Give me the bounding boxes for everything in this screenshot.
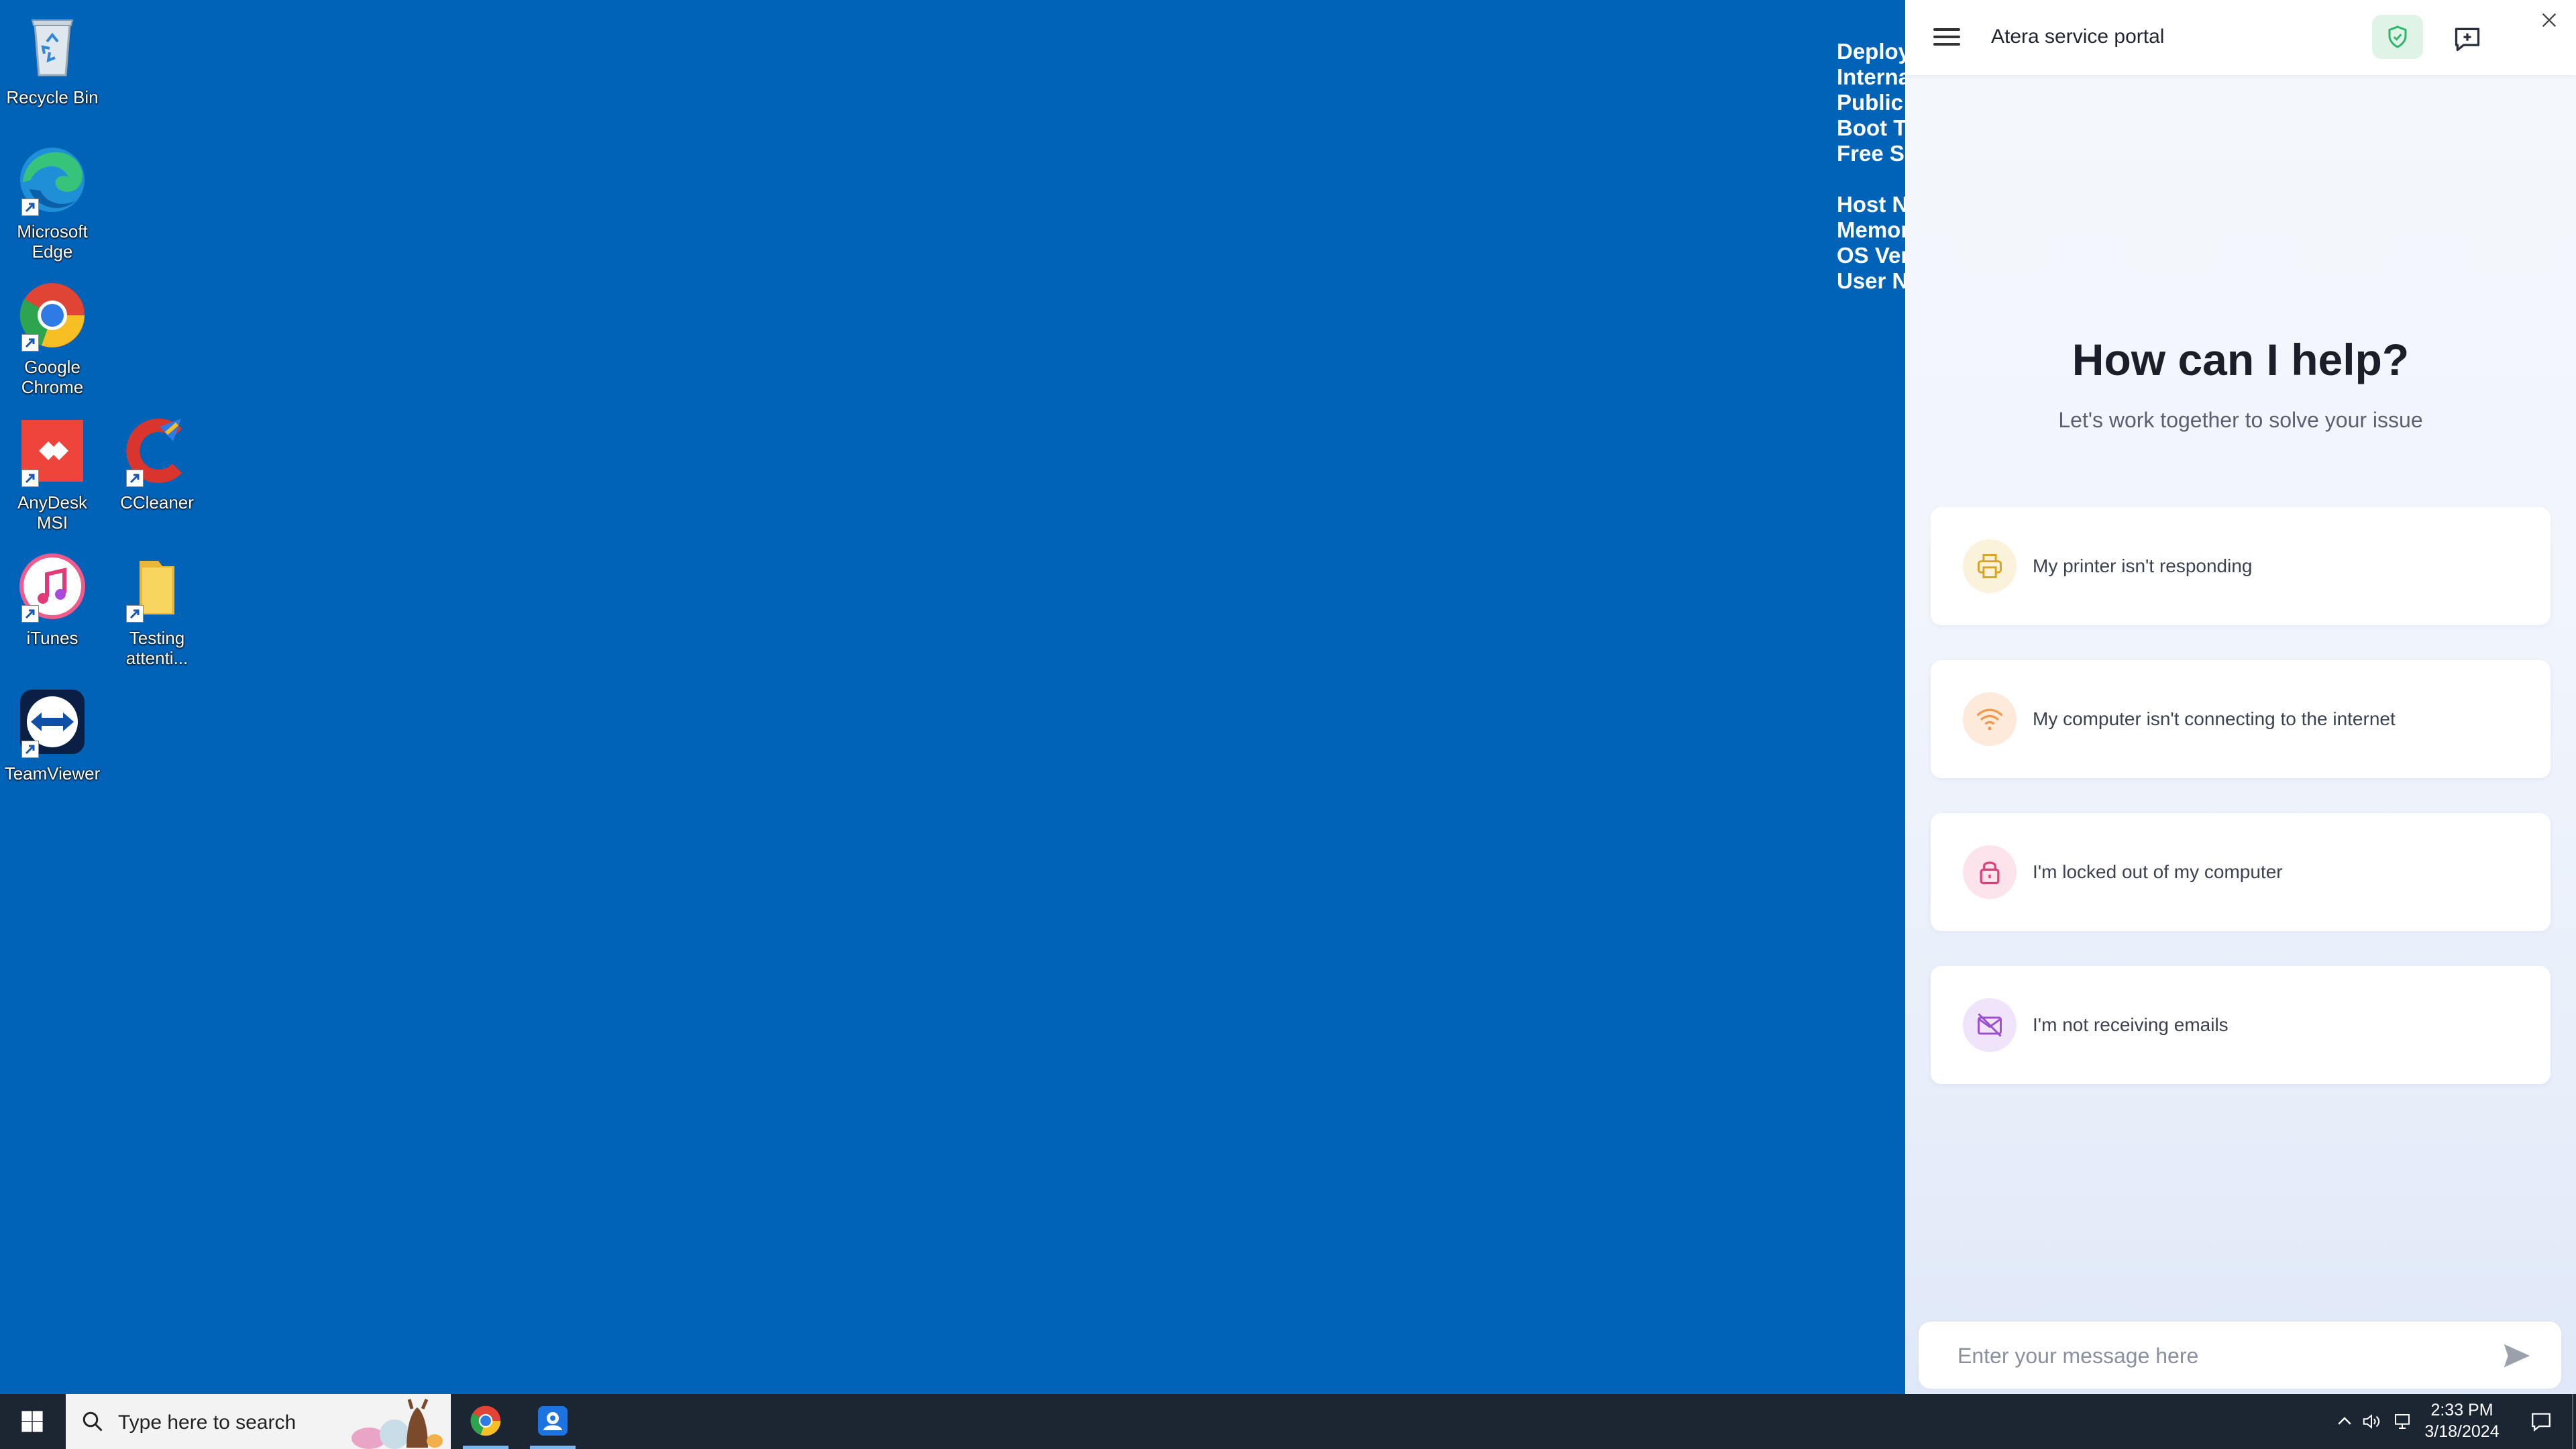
portal-header: Atera service portal (1905, 0, 2576, 75)
new-chat-button[interactable] (2453, 24, 2482, 54)
sysinfo-line: User N (1837, 268, 1905, 293)
desktop-icon-google-chrome[interactable]: Google Chrome (0, 278, 105, 397)
shortcut-arrow-icon (126, 605, 144, 623)
wifi-icon (1976, 708, 2003, 731)
start-button[interactable] (0, 1394, 64, 1449)
hamburger-menu-button[interactable] (1933, 24, 1960, 51)
desktop-icon-label: TeamViewer (4, 763, 101, 784)
search-icon (83, 1411, 103, 1432)
shortcut-arrow-icon (21, 199, 39, 216)
notification-icon (2532, 1413, 2551, 1432)
topic-label: I'm locked out of my computer (2033, 861, 2283, 882)
clock-date: 3/18/2024 (2424, 1422, 2500, 1441)
desktop-icon-label: Google Chrome (21, 357, 84, 397)
topic-label: My printer isn't responding (2033, 555, 2253, 576)
topic-icon-badge (1963, 998, 2017, 1052)
topic-card-internet[interactable]: My computer isn't connecting to the inte… (1931, 660, 2551, 778)
sysinfo-line: Deploy (1837, 39, 1905, 64)
show-desktop-button[interactable] (2572, 1394, 2576, 1449)
topic-icon-badge (1963, 845, 2017, 899)
desktop: Recycle Bin Microsoft Edge Google Chrome… (0, 0, 1905, 1394)
topic-card-emails[interactable]: I'm not receiving emails (1931, 966, 2551, 1084)
sysinfo-line: Boot T (1837, 115, 1905, 140)
chevron-up-icon (2338, 1417, 2351, 1425)
shortcut-arrow-icon (21, 334, 39, 352)
menu-icon-bar (1933, 43, 1960, 46)
printer-icon (1978, 554, 2002, 578)
close-icon (2542, 13, 2557, 28)
send-icon (2504, 1344, 2530, 1368)
lock-icon (1980, 861, 2000, 885)
topic-icon-badge (1963, 539, 2017, 593)
desktop-icon-itunes[interactable]: iTunes (0, 549, 105, 648)
desktop-icon-microsoft-edge[interactable]: Microsoft Edge (0, 142, 105, 262)
menu-icon-bar (1933, 36, 1960, 38)
topic-card-locked-out[interactable]: I'm locked out of my computer (1931, 813, 2551, 931)
shield-check-icon (2388, 25, 2407, 48)
atera-service-portal-panel: Atera service portal How can I help? Let… (1905, 0, 2576, 1394)
message-composer (1917, 1320, 2563, 1390)
topic-icon-badge (1963, 692, 2017, 746)
atera-agent-icon (538, 1406, 568, 1436)
shortcut-arrow-icon (21, 605, 39, 623)
close-panel-button[interactable] (2522, 0, 2576, 47)
sysinfo-spacer (1837, 166, 1905, 192)
mail-off-icon (1978, 1013, 2002, 1037)
action-center-button[interactable] (2517, 1394, 2565, 1449)
volume-button[interactable] (2356, 1394, 2388, 1449)
help-subheading: Let's work together to solve your issue (2058, 408, 2423, 432)
desktop-icon-label: iTunes (26, 628, 78, 648)
search-placeholder: Type here to search (118, 1411, 297, 1434)
sysinfo-line: OS Ver (1837, 243, 1905, 268)
speaker-icon (2363, 1414, 2380, 1429)
security-status-button[interactable] (2372, 15, 2423, 59)
shortcut-arrow-icon (126, 470, 144, 487)
topic-label: My computer isn't connecting to the inte… (2033, 708, 2396, 729)
search-highlight-illustration-icon (352, 1399, 443, 1449)
sysinfo-line: Memor (1837, 217, 1905, 242)
message-input[interactable] (1956, 1338, 2482, 1374)
windows-taskbar: Type here to search 2:33 PM 3/18/2024 (0, 1394, 2576, 1449)
desktop-icon-teamviewer[interactable]: TeamViewer (0, 684, 105, 784)
desktop-icon-label: CCleaner (120, 492, 194, 513)
shortcut-arrow-icon (21, 470, 39, 487)
desktop-icon-label: Testing attenti... (125, 628, 189, 668)
recycle-bin-icon (31, 19, 74, 76)
help-heading: How can I help? (2072, 335, 2410, 384)
desktop-icon-testing-folder[interactable]: Testing attenti... (105, 549, 209, 668)
new-message-icon (2455, 28, 2480, 52)
taskbar-atera-button[interactable] (521, 1394, 585, 1449)
sysinfo-line: Free S (1837, 141, 1904, 166)
desktop-icon-label: Recycle Bin (6, 87, 99, 107)
shortcut-arrow-icon (21, 741, 39, 758)
system-clock[interactable]: 2:33 PM 3/18/2024 (2412, 1399, 2512, 1442)
windows-logo-icon (21, 1411, 43, 1432)
clock-time: 2:33 PM (2430, 1401, 2493, 1419)
send-message-button[interactable] (2501, 1340, 2534, 1373)
taskbar-chrome-button[interactable] (453, 1394, 518, 1449)
sysinfo-line: Public (1837, 90, 1904, 115)
active-app-indicator (463, 1446, 508, 1449)
topic-label: I'm not receiving emails (2033, 1014, 2229, 1035)
desktop-icon-ccleaner[interactable]: CCleaner (105, 413, 209, 513)
sysinfo-line: Host N (1837, 192, 1905, 217)
topic-card-printer[interactable]: My printer isn't responding (1931, 507, 2551, 625)
desktop-icon-anydesk[interactable]: AnyDesk MSI (0, 413, 105, 533)
active-app-indicator (530, 1446, 576, 1449)
menu-icon-bar (1933, 28, 1960, 31)
sysinfo-line: Interna (1837, 64, 1905, 89)
taskbar-search-box[interactable]: Type here to search (66, 1394, 451, 1449)
desktop-icon-label: Microsoft Edge (17, 221, 88, 262)
desktop-icon-label: AnyDesk MSI (17, 492, 88, 533)
bginfo-system-info: Deploy Interna Public Boot T Free S Host… (1837, 39, 1905, 294)
chrome-icon (470, 1405, 501, 1436)
portal-title: Atera service portal (1991, 25, 2165, 48)
desktop-icon-recycle-bin[interactable]: Recycle Bin (0, 8, 105, 107)
network-icon (2395, 1414, 2410, 1429)
